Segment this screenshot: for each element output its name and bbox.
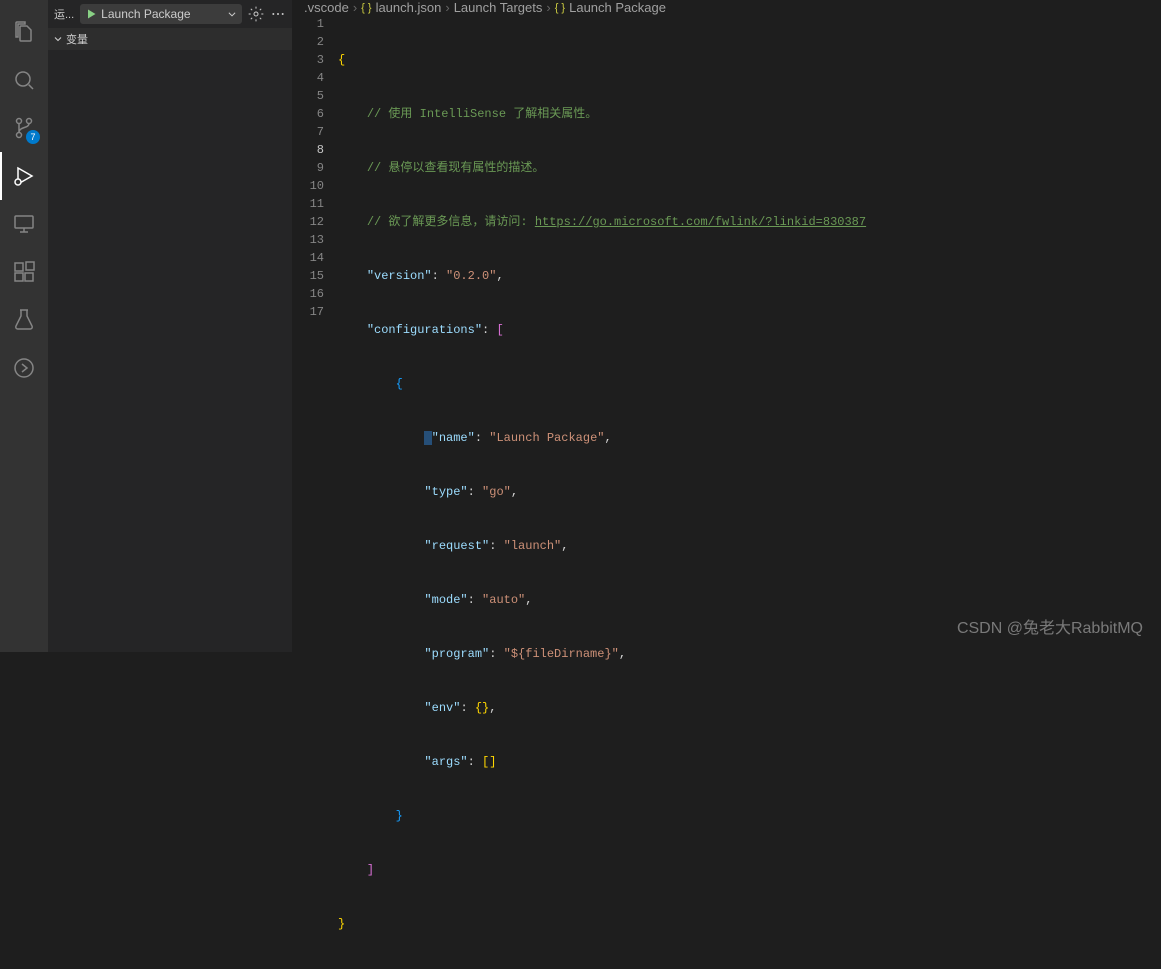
bc-folder: .vscode [304, 0, 349, 15]
line-number: 16 [292, 285, 324, 303]
json-icon: { } [361, 2, 371, 14]
code-editor[interactable]: 1234567891011121314151617 { // 使用 Intell… [292, 15, 1161, 969]
bc-file: launch.json [376, 0, 442, 15]
line-number: 1 [292, 15, 324, 33]
line-number: 6 [292, 105, 324, 123]
line-number: 8 [292, 141, 324, 159]
config-name: Launch Package [101, 7, 223, 21]
line-number: 17 [292, 303, 324, 321]
run-label: 运... [54, 6, 74, 22]
code-content: { // 使用 IntelliSense 了解相关属性。 // 悬停以查看现有属… [338, 15, 1161, 969]
variables-section-header[interactable]: 变量 [48, 28, 292, 50]
line-number: 15 [292, 267, 324, 285]
line-number: 4 [292, 69, 324, 87]
line-number: 14 [292, 249, 324, 267]
explorer-icon[interactable] [0, 8, 48, 56]
variables-panel [48, 50, 292, 652]
play-icon [85, 8, 97, 20]
bc-section: Launch Targets [454, 0, 543, 15]
line-number: 5 [292, 87, 324, 105]
json-icon: { } [555, 2, 565, 14]
search-icon[interactable] [0, 56, 48, 104]
breadcrumb[interactable]: .vscode › { } launch.json › Launch Targe… [292, 0, 1161, 15]
source-control-icon[interactable]: 7 [0, 104, 48, 152]
gutter: 1234567891011121314151617 [292, 15, 338, 969]
chevron-down-icon [227, 9, 237, 19]
watermark: CSDN @兔老大RabbitMQ [957, 614, 1143, 638]
test-icon[interactable] [0, 296, 48, 344]
editor-area: GOmain.go1GOdemo.impl.go1{ }launch.json×… [292, 0, 1161, 652]
line-number: 9 [292, 159, 324, 177]
gear-icon[interactable] [248, 6, 264, 22]
line-number: 3 [292, 51, 324, 69]
config-dropdown[interactable]: Launch Package [80, 4, 242, 24]
activity-bar: 7 [0, 0, 48, 652]
line-number: 12 [292, 213, 324, 231]
remote-icon[interactable] [0, 200, 48, 248]
more-icon[interactable] [270, 6, 286, 22]
bc-item: Launch Package [569, 0, 666, 15]
line-number: 11 [292, 195, 324, 213]
line-number: 7 [292, 123, 324, 141]
extensions-icon[interactable] [0, 248, 48, 296]
run-debug-icon[interactable] [0, 152, 48, 200]
activity-more-icon[interactable] [0, 344, 48, 392]
variables-label: 变量 [66, 31, 88, 47]
line-number: 2 [292, 33, 324, 51]
line-number: 10 [292, 177, 324, 195]
scm-badge: 7 [26, 130, 40, 144]
line-number: 13 [292, 231, 324, 249]
debug-toolbar: 运... Launch Package [48, 0, 292, 28]
debug-sidebar: 运... Launch Package 变量 [48, 0, 292, 652]
